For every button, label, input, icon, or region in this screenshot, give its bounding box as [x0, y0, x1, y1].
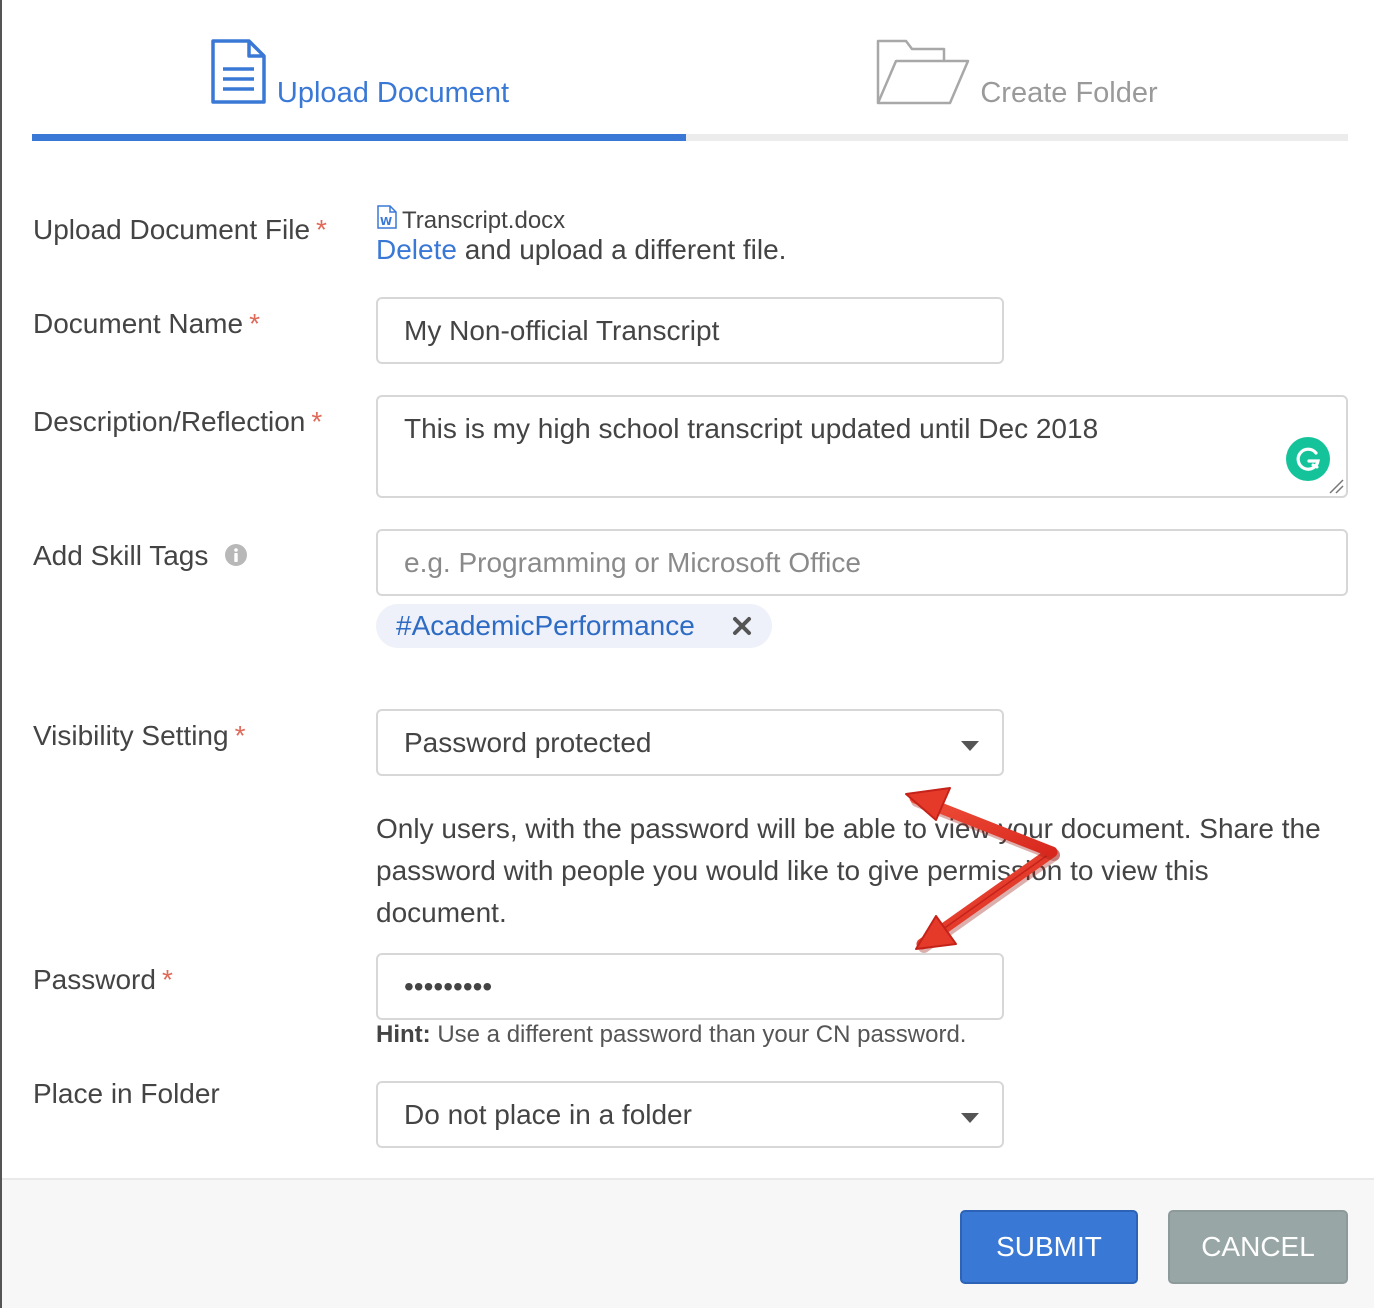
active-tab-indicator — [32, 134, 686, 141]
resize-handle-icon[interactable] — [1328, 478, 1344, 499]
info-icon[interactable] — [224, 542, 248, 574]
file-name: Transcript.docx — [402, 206, 566, 234]
caret-down-icon — [960, 1111, 980, 1129]
password-label: Password * — [33, 964, 173, 996]
word-file-icon: W — [376, 205, 398, 236]
window-left-edge — [0, 0, 2, 1308]
folder-select-value: Do not place in a folder — [404, 1098, 692, 1130]
submit-button[interactable]: SUBMIT — [960, 1210, 1138, 1284]
hint-label: Hint: — [376, 1021, 431, 1048]
document-name-input[interactable] — [376, 297, 1004, 364]
description-label: Description/Reflection * — [33, 406, 322, 438]
skill-tags-input[interactable] — [376, 529, 1348, 596]
required-mark: * — [311, 406, 323, 437]
tab-create-folder[interactable]: Create Folder — [686, 0, 1348, 134]
folder-label-text: Place in Folder — [33, 1078, 220, 1109]
document-name-label: Document Name * — [33, 308, 260, 340]
document-icon — [209, 39, 267, 110]
required-mark: * — [249, 308, 260, 339]
skill-tags-label-text: Add Skill Tags — [33, 540, 209, 571]
password-input[interactable] — [376, 953, 1004, 1020]
skill-tag-text: #AcademicPerformance — [396, 610, 695, 641]
tab-folder-label: Create Folder — [980, 77, 1158, 109]
folder-select[interactable]: Do not place in a folder — [376, 1081, 1004, 1148]
svg-text:W: W — [380, 215, 392, 228]
upload-file-label: Upload Document File * — [33, 214, 327, 246]
required-mark: * — [234, 720, 246, 751]
description-textarea[interactable]: This is my high school transcript update… — [376, 395, 1348, 498]
folder-icon — [876, 39, 970, 110]
skill-tags-label: Add Skill Tags — [33, 540, 248, 574]
visibility-help-text: Only users, with the password will be ab… — [376, 813, 1321, 928]
tab-bar: Upload Document Create Folder — [32, 0, 1348, 142]
delete-file-link[interactable]: Delete — [376, 234, 457, 265]
tab-upload-document[interactable]: Upload Document — [32, 0, 686, 134]
required-mark: * — [161, 964, 173, 995]
tab-upload-label: Upload Document — [276, 77, 510, 109]
password-label-text: Password — [33, 964, 156, 995]
upload-file-label-text: Upload Document File — [33, 214, 311, 245]
visibility-select-value: Password protected — [404, 726, 652, 758]
file-replace-note: Delete and upload a different file. — [376, 234, 786, 266]
required-mark: * — [316, 214, 327, 245]
visibility-select[interactable]: Password protected — [376, 709, 1004, 776]
description-label-text: Description/Reflection — [33, 406, 306, 437]
visibility-label: Visibility Setting * — [33, 720, 245, 752]
folder-label: Place in Folder — [33, 1078, 220, 1110]
remove-tag-icon[interactable] — [730, 614, 754, 643]
grammarly-icon[interactable] — [1286, 437, 1330, 481]
password-hint: Hint: Use a different password than your… — [376, 1021, 966, 1049]
visibility-label-text: Visibility Setting — [33, 720, 229, 751]
skill-tag-chip: #AcademicPerformance — [376, 604, 772, 648]
caret-down-icon — [960, 739, 980, 757]
cancel-button[interactable]: CANCEL — [1168, 1210, 1348, 1284]
delete-suffix-text: and upload a different file. — [456, 234, 787, 265]
hint-text: Use a different password than your CN pa… — [430, 1021, 967, 1048]
document-name-label-text: Document Name — [33, 308, 244, 339]
uploaded-file: W Transcript.docx — [376, 205, 565, 236]
